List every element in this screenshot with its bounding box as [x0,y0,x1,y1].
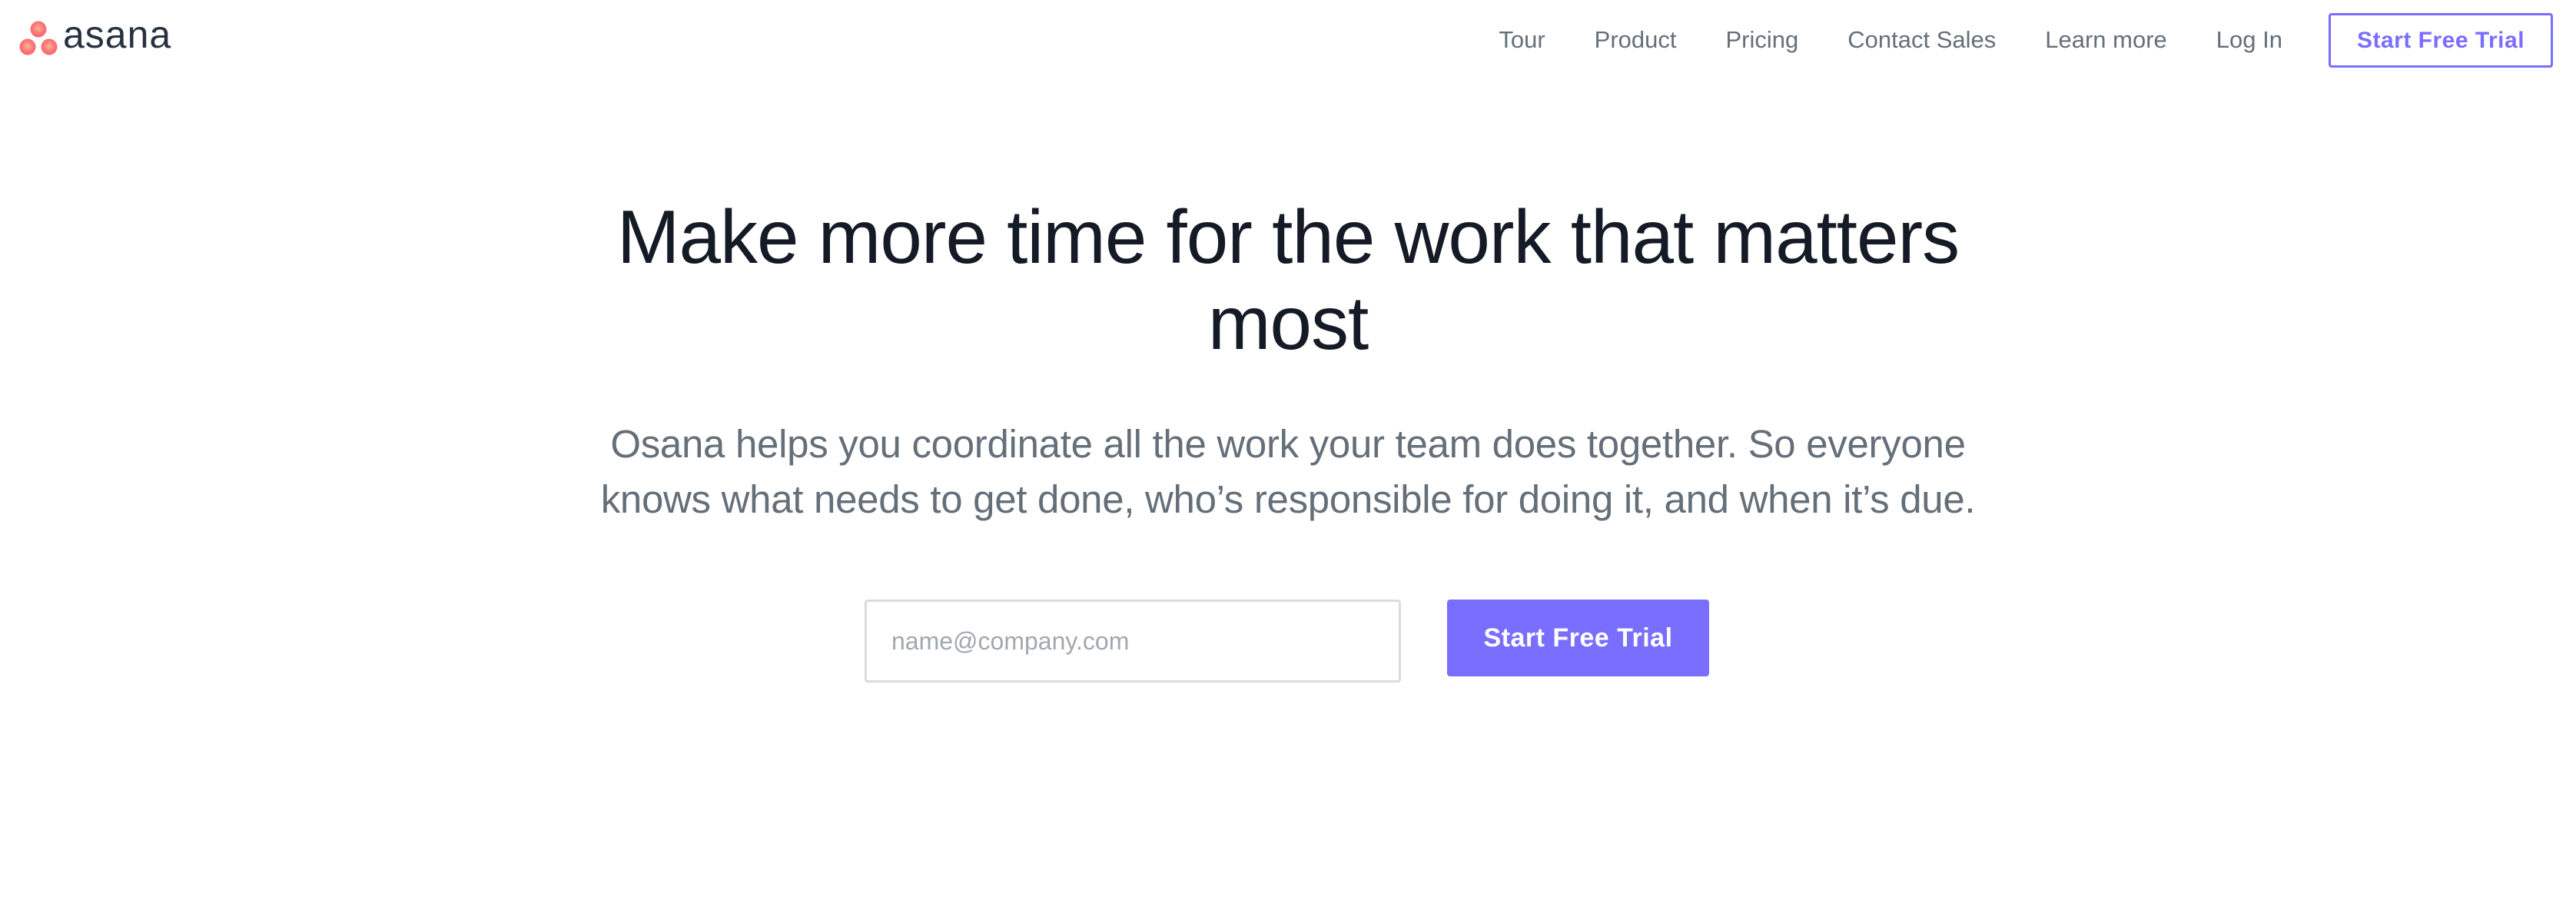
nav-product-link[interactable]: Product [1595,22,1677,58]
nav-log-in-link[interactable]: Log In [2216,22,2282,58]
nav-contact-sales-link[interactable]: Contact Sales [1847,22,1996,58]
main-nav: Tour Product Pricing Contact Sales Learn… [1499,22,2282,58]
nav-learn-more-link[interactable]: Learn more [2045,22,2167,58]
hero-title: Make more time for the work that matters… [616,194,1960,365]
asana-logo[interactable]: asana [18,13,172,58]
start-free-trial-button[interactable]: Start Free Trial [1447,600,1709,676]
logo-wordmark: asana [63,13,172,56]
asana-logo-icon [19,21,58,55]
nav-pricing-link[interactable]: Pricing [1726,22,1799,58]
signup-form: Start Free Trial [865,600,1710,683]
nav-tour-link[interactable]: Tour [1499,22,1545,58]
site-header: asana Tour Product Pricing Contact Sales… [0,0,2576,80]
hero-subtitle: Osana helps you coordinate all the work … [600,422,1976,521]
email-input[interactable] [865,600,1401,683]
header-start-free-trial-button[interactable]: Start Free Trial [2329,13,2553,68]
